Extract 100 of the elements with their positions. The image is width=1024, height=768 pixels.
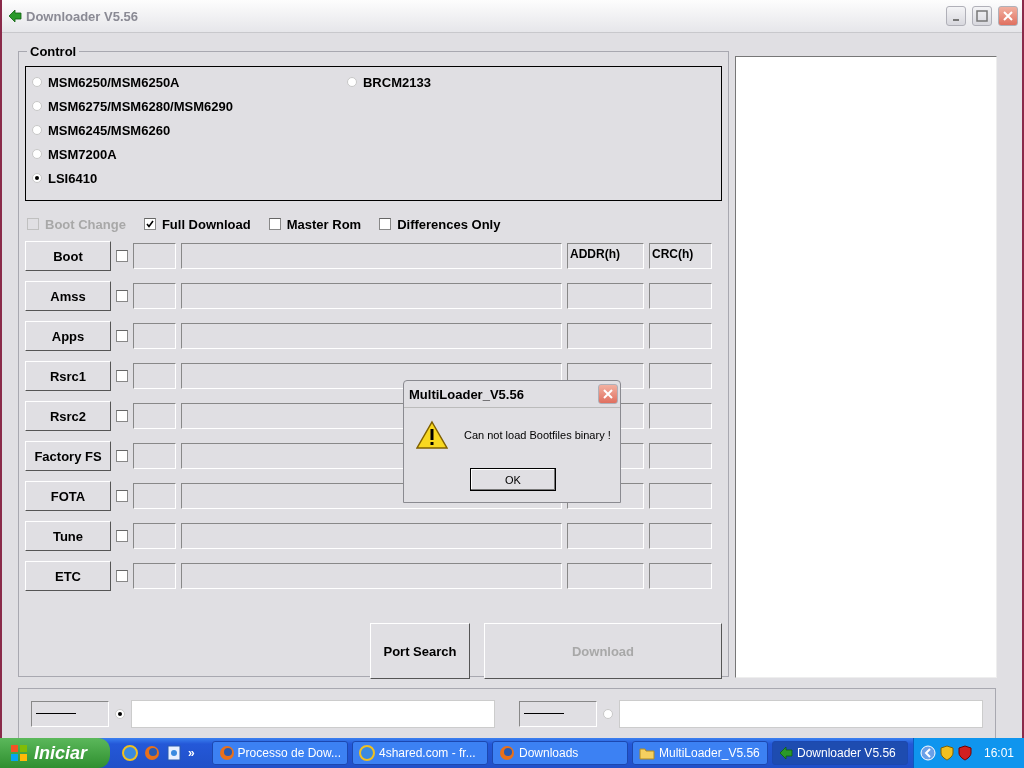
fox-icon: [219, 745, 234, 761]
dialog-message: Can not load Bootfiles binary !: [464, 429, 611, 441]
input-field[interactable]: [133, 563, 176, 589]
checkbox-label: Boot Change: [45, 216, 126, 232]
minimize-button[interactable]: [946, 6, 966, 26]
checkbox-label: Differences Only: [397, 216, 501, 232]
overflow-chevron[interactable]: »: [188, 746, 195, 760]
address-header: ADDR(h): [567, 243, 644, 269]
file-button[interactable]: Boot: [25, 241, 111, 271]
radio-label: MSM6245/MSM6260: [48, 122, 171, 138]
input-field[interactable]: [133, 323, 176, 349]
checkbox[interactable]: [116, 290, 128, 302]
ok-button[interactable]: OK: [470, 468, 556, 491]
input-field[interactable]: [133, 363, 176, 389]
taskbar-button[interactable]: MultiLoader_V5.56: [632, 741, 768, 765]
warning-icon: [416, 420, 448, 450]
radio-label: MSM6250/MSM6250A: [48, 74, 180, 90]
port-search-button[interactable]: Port Search: [370, 623, 470, 679]
checkbox[interactable]: [116, 250, 128, 262]
checkbox[interactable]: [116, 330, 128, 342]
check-icon: [145, 220, 154, 228]
path-field[interactable]: [181, 563, 562, 589]
radio-button[interactable]: [32, 149, 42, 159]
crc-field[interactable]: [649, 283, 712, 309]
input-field[interactable]: [133, 443, 176, 469]
crc-field[interactable]: [649, 523, 712, 549]
path-field[interactable]: [181, 523, 562, 549]
file-button[interactable]: Factory FS: [25, 441, 111, 471]
port-field[interactable]: [131, 699, 495, 728]
windows-logo-icon: [10, 744, 28, 762]
folder-icon: [639, 746, 655, 760]
file-button[interactable]: Rsrc1: [25, 361, 111, 391]
shield-icon[interactable]: [939, 745, 954, 761]
file-button[interactable]: Tune: [25, 521, 111, 551]
checkbox[interactable]: [143, 218, 156, 230]
close-button[interactable]: [598, 384, 618, 404]
checkbox-label: Master Rom: [286, 216, 362, 232]
taskbar-button[interactable]: Downloads: [492, 741, 628, 765]
crc-field[interactable]: [649, 323, 712, 349]
checkbox[interactable]: [116, 410, 128, 422]
shield-icon[interactable]: [957, 745, 972, 761]
minimize-icon: [953, 19, 959, 21]
taskbar-button[interactable]: 4shared.com - fr...: [352, 741, 488, 765]
address-field[interactable]: [567, 283, 644, 309]
checkbox[interactable]: [116, 570, 128, 582]
address-field[interactable]: [567, 563, 644, 589]
checkbox[interactable]: [116, 530, 128, 542]
close-button[interactable]: [998, 6, 1018, 26]
file-button[interactable]: ETC: [25, 561, 111, 591]
port-field[interactable]: [619, 699, 983, 728]
radio-button[interactable]: [115, 708, 125, 719]
radio-button[interactable]: [32, 125, 42, 135]
clock: 16:01: [983, 746, 1014, 760]
checkbox[interactable]: [379, 218, 392, 230]
close-icon: [602, 388, 614, 400]
crc-field[interactable]: [649, 403, 712, 429]
radio-button[interactable]: [32, 173, 42, 183]
taskbar-button[interactable]: Downloader V5.56: [772, 741, 908, 765]
path-field[interactable]: [181, 323, 562, 349]
radio-button[interactable]: [32, 101, 42, 111]
checkbox[interactable]: [116, 490, 128, 502]
crc-field[interactable]: [649, 363, 712, 389]
close-icon: [1002, 10, 1014, 22]
input-field[interactable]: [133, 523, 176, 549]
checkbox-label: Full Download: [161, 216, 251, 232]
file-button[interactable]: Apps: [25, 321, 111, 351]
checkbox[interactable]: [116, 450, 128, 462]
radio-label: BRCM2133: [363, 74, 431, 90]
checkbox[interactable]: [116, 370, 128, 382]
address-field[interactable]: [567, 523, 644, 549]
crc-field[interactable]: [649, 563, 712, 589]
path-field[interactable]: [181, 243, 562, 269]
address-field[interactable]: [567, 323, 644, 349]
radio-button[interactable]: [603, 708, 613, 719]
radio-button[interactable]: [347, 77, 357, 87]
document-icon[interactable]: [166, 745, 182, 761]
fox-icon[interactable]: [144, 745, 160, 761]
crc-field[interactable]: [649, 443, 712, 469]
window-title: Downloader V5.56: [26, 8, 139, 24]
arrow-icon: [779, 746, 793, 760]
radio-label: MSM7200A: [48, 146, 117, 162]
file-button[interactable]: FOTA: [25, 481, 111, 511]
radio-label: MSM6275/MSM6280/MSM6290: [48, 98, 233, 114]
path-field[interactable]: [181, 283, 562, 309]
input-field[interactable]: [133, 283, 176, 309]
group-label: Control: [27, 44, 80, 59]
chevron-icon[interactable]: [919, 745, 936, 761]
file-button[interactable]: Rsrc2: [25, 401, 111, 431]
globe-icon[interactable]: [122, 745, 138, 761]
dialog-title: MultiLoader_V5.56: [409, 386, 525, 402]
taskbar-button[interactable]: Processo de Dow...: [212, 741, 348, 765]
file-button[interactable]: Amss: [25, 281, 111, 311]
input-field[interactable]: [133, 403, 176, 429]
maximize-button[interactable]: [972, 6, 992, 26]
radio-button[interactable]: [32, 77, 42, 87]
checkbox[interactable]: [268, 218, 281, 230]
fox-icon: [499, 745, 515, 761]
crc-field[interactable]: [649, 483, 712, 509]
input-field[interactable]: [133, 483, 176, 509]
input-field[interactable]: [133, 243, 176, 269]
